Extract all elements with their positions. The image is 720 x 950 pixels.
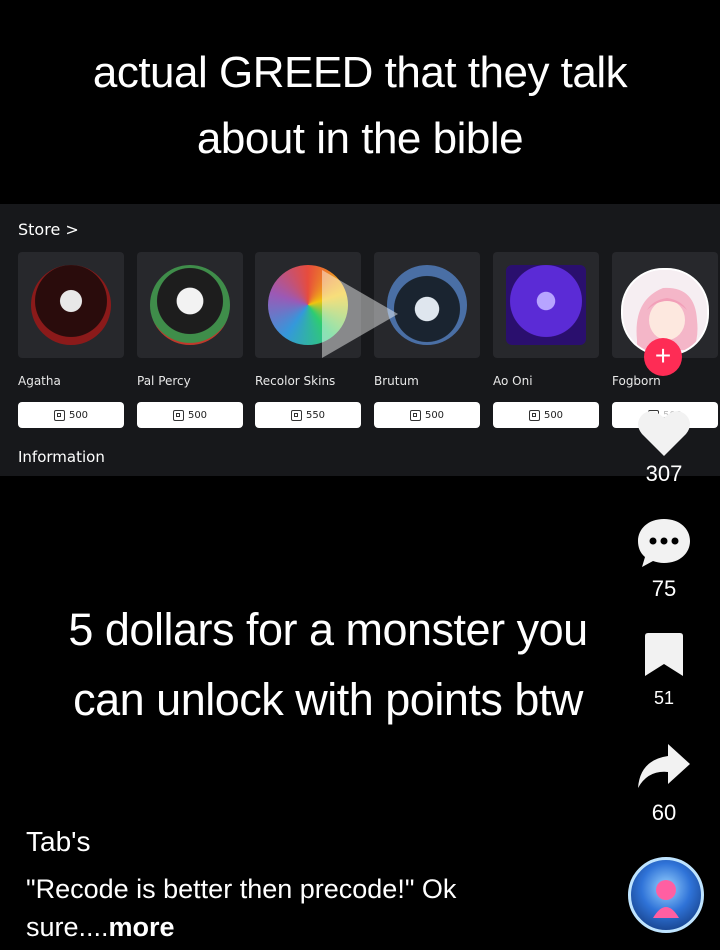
buy-button[interactable]: 500 [374,402,480,428]
comment-icon[interactable] [636,517,692,569]
top-caption-line-2: about in the bible [196,114,524,163]
top-caption: actual GREED that they talk about in the… [0,40,720,172]
author-name[interactable]: Tab's [26,826,91,858]
follow-button[interactable]: + [644,338,682,376]
share-count: 60 [651,800,677,825]
like-count: 307 [645,461,683,486]
top-caption-line-1: actual GREED that they talk [92,48,628,97]
item-price: 500 [68,409,89,421]
robux-icon [53,409,65,421]
information-label: Information [18,448,105,466]
item-name: Fogborn [612,374,661,388]
item-price: 500 [543,409,564,421]
store-header-link[interactable]: Store > [18,220,79,239]
store-item-ao-oni[interactable]: Ao Oni 500 [493,252,601,428]
item-name: Recolor Skins [255,374,336,388]
item-name: Agatha [18,374,61,388]
music-disc-icon[interactable] [628,857,704,933]
item-price: 500 [187,409,208,421]
more-link[interactable]: more [109,912,175,942]
buy-button[interactable]: 500 [137,402,243,428]
store-item-agatha[interactable]: Agatha 500 [18,252,126,428]
mid-caption: 5 dollars for a monster you can unlock w… [18,595,638,735]
item-name: Ao Oni [493,374,533,388]
share-icon[interactable] [636,742,692,790]
item-price: 500 [424,409,445,421]
save-count: 51 [653,688,675,708]
music-disc-art [653,880,679,918]
item-thumbnail [137,252,243,358]
play-icon[interactable] [322,270,398,358]
heart-icon[interactable] [636,408,692,458]
post-description[interactable]: "Recode is better then precode!" Ok sure… [26,870,586,946]
mid-caption-line-1: 5 dollars for a monster you [68,604,588,655]
buy-button[interactable]: 550 [255,402,361,428]
comment-count: 75 [651,576,677,601]
robux-icon [409,409,421,421]
store-item-pal-percy[interactable]: Pal Percy 500 [137,252,245,428]
robux-icon [172,409,184,421]
item-thumbnail [493,252,599,358]
buy-button[interactable]: 500 [493,402,599,428]
bookmark-icon[interactable] [643,632,685,678]
robux-icon [528,409,540,421]
description-text: "Recode is better then precode!" Ok sure… [26,874,457,942]
item-price: 550 [305,409,326,421]
item-name: Pal Percy [137,374,191,388]
buy-button[interactable]: 500 [18,402,124,428]
robux-icon [290,409,302,421]
item-thumbnail [18,252,124,358]
item-name: Brutum [374,374,419,388]
mid-caption-line-2: can unlock with points btw [73,674,583,725]
